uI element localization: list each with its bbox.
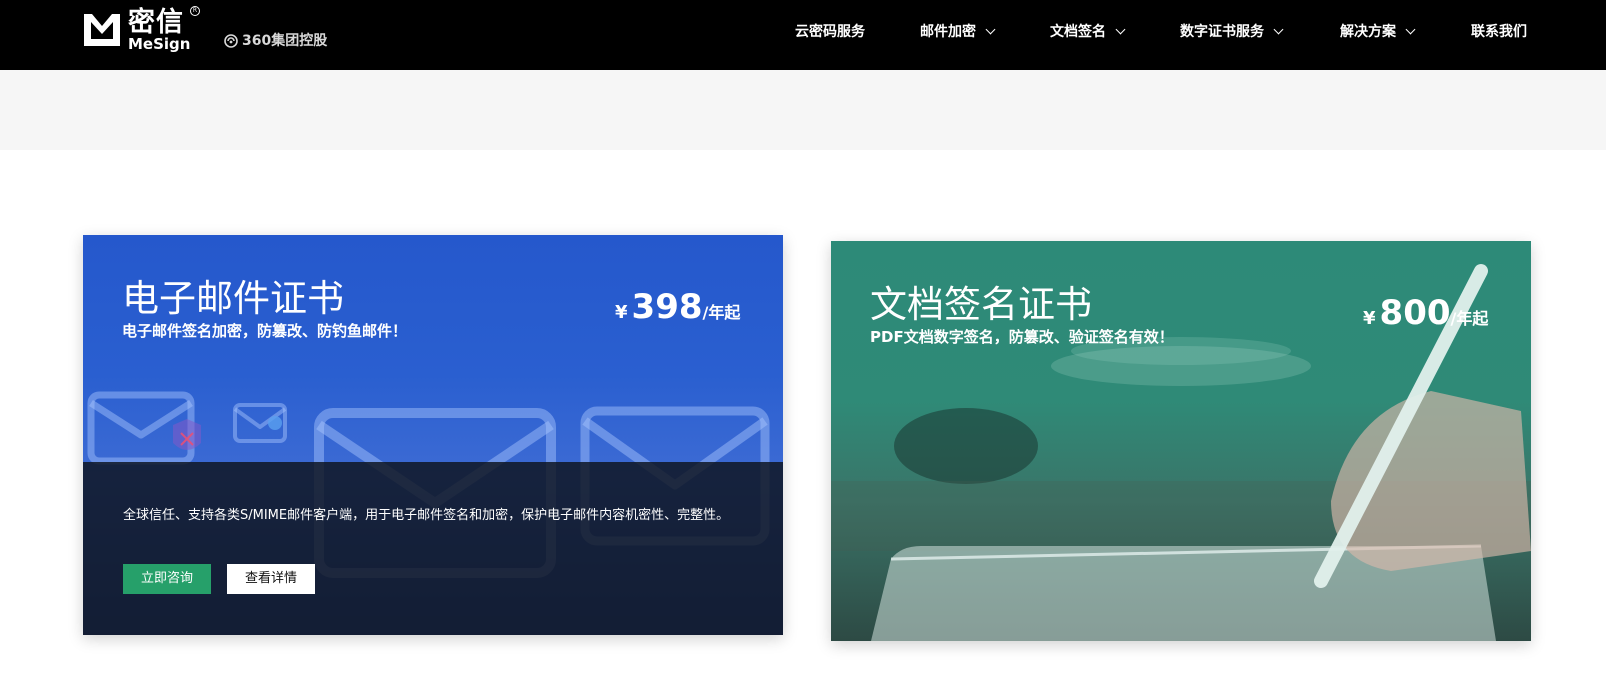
brand-name-cn[interactable]: 密信 bbox=[128, 8, 184, 38]
view-details-button[interactable]: 查看详情 bbox=[227, 564, 315, 594]
mesign-logo-icon[interactable] bbox=[82, 12, 122, 48]
card-detail-overlay: 全球信任、支持各类S/MIME邮件客户端，用于电子邮件签名和加密，保护电子邮件内… bbox=[83, 462, 783, 635]
top-navigation-bar: 密信 R MeSign 360集团控股 云密码服务 邮件加密 文档签名 数字证书… bbox=[0, 0, 1606, 70]
price-tag: ¥800/年起 bbox=[1363, 293, 1488, 333]
currency-symbol: ¥ bbox=[615, 302, 628, 323]
360-group-logo-icon bbox=[224, 34, 238, 48]
nav-solutions[interactable]: 解决方案 bbox=[1340, 22, 1416, 42]
nav-label: 邮件加密 bbox=[920, 24, 976, 40]
price-unit: /年起 bbox=[1450, 309, 1489, 328]
price-value: 800 bbox=[1379, 293, 1451, 333]
nav-email-encryption[interactable]: 邮件加密 bbox=[920, 22, 996, 42]
card-subtitle: 电子邮件签名加密，防篡改、防钓鱼邮件！ bbox=[122, 322, 408, 340]
nav-cloud-crypto-service[interactable]: 云密码服务 bbox=[795, 22, 865, 42]
nav-contact-us[interactable]: 联系我们 bbox=[1471, 22, 1527, 42]
nav-digital-certificate-service[interactable]: 数字证书服务 bbox=[1180, 22, 1284, 42]
card-title: 文档签名证书 bbox=[870, 283, 1092, 326]
nav-label: 云密码服务 bbox=[795, 24, 865, 40]
card-title: 电子邮件证书 bbox=[122, 277, 344, 320]
banner-strip bbox=[0, 70, 1606, 150]
currency-symbol: ¥ bbox=[1363, 308, 1376, 329]
nav-label: 文档签名 bbox=[1050, 24, 1106, 40]
consult-now-button[interactable]: 立即咨询 bbox=[123, 564, 211, 594]
nav-label: 解决方案 bbox=[1340, 24, 1396, 40]
card-subtitle: PDF文档数字签名，防篡改、验证签名有效！ bbox=[870, 328, 1174, 346]
card-description: 全球信任、支持各类S/MIME邮件客户端，用于电子邮件签名和加密，保护电子邮件内… bbox=[123, 508, 730, 523]
document-signing-certificate-card[interactable]: 文档签名证书 PDF文档数字签名，防篡改、验证签名有效！ ¥800/年起 bbox=[831, 241, 1531, 641]
chevron-down-icon bbox=[1273, 24, 1284, 35]
registered-mark: R bbox=[190, 6, 200, 16]
chevron-down-icon bbox=[1405, 24, 1416, 35]
chevron-down-icon bbox=[1115, 24, 1126, 35]
email-certificate-card[interactable]: 电子邮件证书 电子邮件签名加密，防篡改、防钓鱼邮件！ ¥398/年起 全球信任、… bbox=[83, 235, 783, 635]
chevron-down-icon bbox=[985, 24, 996, 35]
price-value: 398 bbox=[631, 287, 703, 327]
nav-label: 联系我们 bbox=[1471, 24, 1527, 40]
nav-label: 数字证书服务 bbox=[1180, 24, 1264, 40]
group-holding-label: 360集团控股 bbox=[242, 33, 328, 49]
price-unit: /年起 bbox=[702, 303, 741, 322]
nav-document-signing[interactable]: 文档签名 bbox=[1050, 22, 1126, 42]
price-tag: ¥398/年起 bbox=[615, 287, 740, 327]
brand-name-en[interactable]: MeSign bbox=[128, 36, 190, 52]
